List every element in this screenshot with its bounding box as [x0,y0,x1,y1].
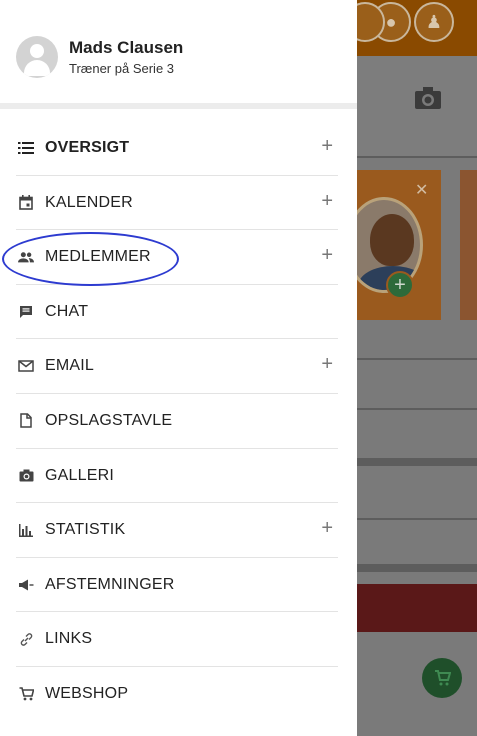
background-top-bar: ● ♟ [345,0,477,56]
menu-item-email[interactable]: EMAIL + [0,339,357,394]
menu-item-opslagstavle[interactable]: OPSLAGSTAVLE [0,394,357,449]
megaphone-icon [18,577,34,593]
expand-icon[interactable]: + [321,190,333,213]
menu-item-label: STATISTIK [45,521,126,539]
menu-item-label: KALENDER [45,193,133,211]
bar-chart-icon [18,522,34,538]
link-icon [18,631,34,647]
menu-item-chat[interactable]: CHAT [0,285,357,340]
expand-icon[interactable]: + [321,135,333,158]
profile-header[interactable]: Mads Clausen Træner på Serie 3 [0,0,357,104]
menu-item-label: EMAIL [45,357,95,375]
highlight-annotation-circle [2,232,179,286]
camera-icon [18,468,34,484]
mail-icon [18,358,34,374]
expand-icon[interactable]: + [321,244,333,267]
background-camera-icon [414,86,442,115]
background-team-icon: ♟ [414,2,454,42]
background-red-banner [357,584,477,632]
navigation-drawer: Mads Clausen Træner på Serie 3 OVERSIGT … [0,0,357,736]
cart-icon [18,686,34,702]
expand-icon[interactable]: + [321,353,333,376]
calendar-icon [18,195,34,211]
profile-name: Mads Clausen [69,38,184,57]
chat-icon [18,304,34,320]
background-divider [357,564,477,572]
menu-item-afstemninger[interactable]: AFSTEMNINGER [0,558,357,613]
menu-item-label: WEBSHOP [45,684,129,702]
background-divider [357,358,477,360]
profile-divider [0,103,357,109]
avatar [16,36,58,78]
background-divider [357,518,477,520]
menu-item-oversigt[interactable]: OVERSIGT + [0,121,357,176]
menu-item-links[interactable]: LINKS [0,612,357,667]
background-divider [357,458,477,466]
menu-item-webshop[interactable]: WEBSHOP [0,667,357,722]
menu-item-label: OVERSIGT [45,139,130,156]
background-add-icon: + [386,271,414,299]
background-cart-fab-icon [422,658,462,698]
menu-item-label: LINKS [45,630,93,648]
background-divider [357,156,477,158]
menu-item-label: CHAT [45,302,89,320]
background-divider [357,408,477,410]
profile-role: Træner på Serie 3 [69,61,175,76]
background-card-next [460,170,477,320]
menu-item-statistik[interactable]: STATISTIK + [0,503,357,558]
menu-list: OVERSIGT + KALENDER + MEDLEMMER + CHAT E… [0,121,357,722]
list-icon [18,140,34,156]
menu-item-kalender[interactable]: KALENDER + [0,176,357,231]
menu-item-label: AFSTEMNINGER [45,575,175,593]
menu-item-galleri[interactable]: GALLERI [0,449,357,504]
menu-item-label: GALLERI [45,466,114,484]
menu-item-label: OPSLAGSTAVLE [45,411,173,429]
expand-icon[interactable]: + [321,517,333,540]
document-icon [18,413,34,429]
background-close-icon: ✕ [415,182,429,199]
